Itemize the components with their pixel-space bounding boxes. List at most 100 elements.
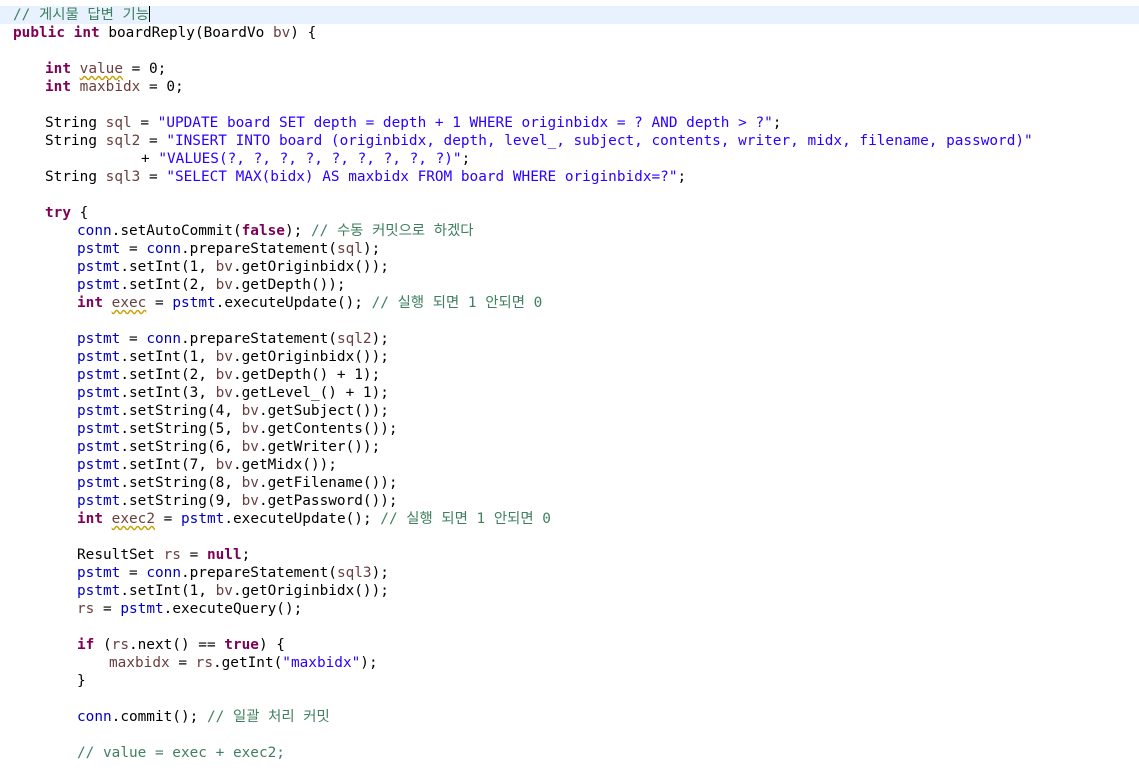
code-token: );	[371, 331, 389, 347]
code-token: .setInt(3,	[120, 385, 216, 401]
code-token: maxbidx	[79, 79, 141, 95]
code-token: // value = exec + exec2;	[77, 745, 285, 761]
code-token: =	[94, 601, 121, 617]
code-line[interactable]: pstmt = conn.prepareStatement(sql2);	[13, 330, 1139, 348]
code-token: String	[45, 169, 106, 185]
code-token: pstmt	[77, 349, 121, 365]
code-line[interactable]: pstmt.setInt(1, bv.getOriginbidx());	[13, 582, 1139, 600]
code-token: rs	[163, 547, 181, 563]
code-token: .getLevel_() + 1);	[232, 385, 389, 401]
code-token: // 수동 커밋으로 하겠다	[310, 223, 474, 239]
code-line[interactable]: // 게시물 답변 기능	[0, 6, 1139, 24]
code-line[interactable]: ResultSet rs = null;	[13, 546, 1139, 564]
code-line[interactable]: conn.commit(); // 일괄 처리 커밋	[13, 708, 1139, 726]
code-token: =	[180, 547, 207, 563]
code-line[interactable]: pstmt.setInt(3, bv.getLevel_() + 1);	[13, 384, 1139, 402]
code-token: bv	[215, 349, 233, 365]
code-line[interactable]: pstmt = conn.prepareStatement(sql3);	[13, 564, 1139, 582]
code-token: =	[146, 295, 173, 311]
code-token: .prepareStatement(	[180, 565, 337, 581]
code-token: ) {	[258, 637, 285, 653]
code-line[interactable]: pstmt.setString(5, bv.getContents());	[13, 420, 1139, 438]
code-line[interactable]: int exec = pstmt.executeUpdate(); // 실행 …	[13, 294, 1139, 312]
code-line[interactable]: pstmt.setInt(2, bv.getDepth() + 1);	[13, 366, 1139, 384]
code-editor[interactable]: // 게시물 답변 기능 public int boardReply(BoardV…	[0, 0, 1139, 772]
code-token: .setInt(1,	[120, 259, 216, 275]
code-token: .getDepth() + 1);	[232, 367, 381, 383]
code-token: .setInt(7,	[120, 457, 216, 473]
code-token: sql	[336, 241, 363, 257]
code-token: pstmt	[77, 403, 121, 419]
code-token: "SELECT MAX(bidx) AS maxbidx FROM board …	[166, 169, 678, 185]
code-token: pstmt	[77, 457, 121, 473]
code-token: sql3	[336, 565, 372, 581]
code-line[interactable]: rs = pstmt.executeQuery();	[13, 600, 1139, 618]
code-token: bv	[241, 475, 259, 491]
code-token: .setInt(1,	[120, 583, 216, 599]
code-line[interactable]: if (rs.next() == true) {	[13, 636, 1139, 654]
code-line[interactable]: int maxbidx = 0;	[13, 78, 1139, 96]
code-token: String	[45, 133, 106, 149]
code-token: .setInt(1,	[120, 349, 216, 365]
code-token: sql2	[336, 331, 372, 347]
code-token: .executeQuery();	[163, 601, 303, 617]
code-token: pstmt	[77, 367, 121, 383]
code-token: pstmt	[120, 601, 164, 617]
code-token: =	[120, 241, 147, 257]
code-token: rs	[111, 637, 129, 653]
code-line[interactable]: public int boardReply(BoardVo bv) {	[13, 24, 1139, 42]
code-token: =	[131, 115, 158, 131]
code-token: .prepareStatement(	[180, 241, 337, 257]
code-token: .next() ==	[128, 637, 225, 653]
code-token: =	[169, 655, 196, 671]
code-token: {	[71, 205, 89, 221]
code-token: .setString(5,	[120, 421, 242, 437]
code-token: ) {	[290, 25, 317, 41]
code-line[interactable]: maxbidx = rs.getInt("maxbidx");	[13, 654, 1139, 672]
code-token: pstmt	[77, 439, 121, 455]
code-token: conn	[146, 241, 181, 257]
code-token: .setInt(2,	[120, 367, 216, 383]
code-token: bv	[241, 439, 259, 455]
code-token: .getOriginbidx());	[232, 349, 389, 365]
code-token: pstmt	[77, 277, 121, 293]
code-line[interactable]: }	[13, 672, 1139, 690]
code-token: sql3	[105, 169, 141, 185]
code-token: =	[120, 565, 147, 581]
code-line[interactable]: String sql3 = "SELECT MAX(bidx) AS maxbi…	[13, 168, 1139, 186]
code-line[interactable]: pstmt.setInt(2, bv.getDepth());	[13, 276, 1139, 294]
code-line[interactable]: // value = exec + exec2;	[13, 744, 1139, 762]
code-token: null	[206, 547, 242, 563]
code-token: bv	[215, 457, 233, 473]
code-line[interactable]: pstmt.setString(8, bv.getFilename());	[13, 474, 1139, 492]
code-token: .getOriginbidx());	[232, 259, 389, 275]
code-line[interactable]: pstmt.setInt(1, bv.getOriginbidx());	[13, 258, 1139, 276]
code-line[interactable]: + "VALUES(?, ?, ?, ?, ?, ?, ?, ?, ?)";	[13, 150, 1139, 168]
code-token: =	[140, 169, 167, 185]
code-token: // 게시물 답변 기능	[13, 7, 149, 23]
code-token: bv	[241, 403, 259, 419]
code-line[interactable]: pstmt.setString(6, bv.getWriter());	[13, 438, 1139, 456]
code-token: exec	[111, 295, 147, 311]
code-line[interactable]: pstmt.setInt(7, bv.getMidx());	[13, 456, 1139, 474]
code-line[interactable]: String sql = "UPDATE board SET depth = d…	[13, 114, 1139, 132]
code-line[interactable]: pstmt.setString(4, bv.getSubject());	[13, 402, 1139, 420]
code-line[interactable]: pstmt.setInt(1, bv.getOriginbidx());	[13, 348, 1139, 366]
code-token: ;	[461, 151, 471, 167]
code-token: ResultSet	[77, 547, 164, 563]
code-token: boardReply(BoardVo	[99, 25, 273, 41]
code-token: .executeUpdate();	[215, 295, 372, 311]
code-line[interactable]: int value = 0;	[13, 60, 1139, 78]
code-token: .setString(8,	[120, 475, 242, 491]
code-line[interactable]: pstmt.setString(9, bv.getPassword());	[13, 492, 1139, 510]
code-token: .getPassword());	[258, 493, 398, 509]
code-line[interactable]: try {	[13, 204, 1139, 222]
code-token: "INSERT INTO board (originbidx, depth, l…	[166, 133, 1033, 149]
code-line[interactable]: conn.setAutoCommit(false); // 수동 커밋으로 하겠…	[13, 222, 1139, 240]
code-line[interactable]: int exec2 = pstmt.executeUpdate(); // 실행…	[13, 510, 1139, 528]
code-line[interactable]: pstmt = conn.prepareStatement(sql);	[13, 240, 1139, 258]
code-token: .getOriginbidx());	[232, 583, 389, 599]
code-line[interactable]: String sql2 = "INSERT INTO board (origin…	[13, 132, 1139, 150]
